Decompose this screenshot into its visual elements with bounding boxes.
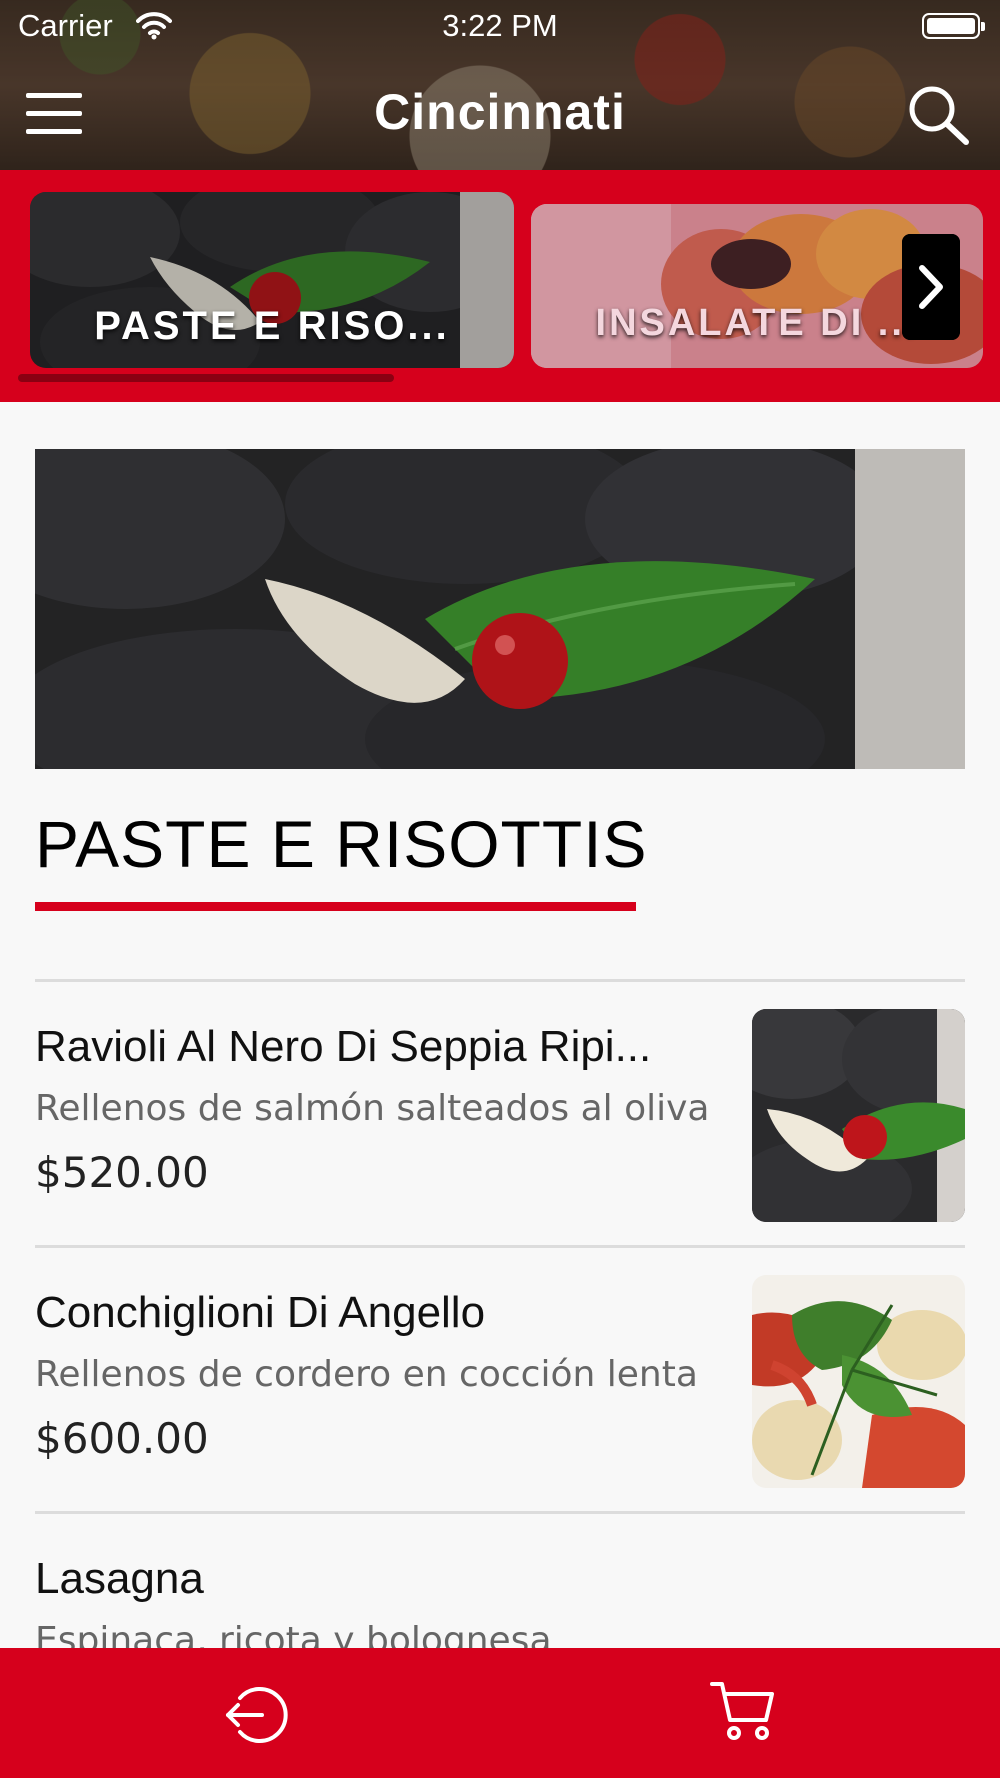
category-card-paste[interactable]: PASTE E RISO... (30, 192, 514, 368)
clock: 3:22 PM (442, 8, 558, 43)
cart-button[interactable] (708, 1678, 776, 1744)
section-title: PASTE E RISOTTIS (35, 807, 648, 881)
cart-icon (710, 1682, 774, 1740)
item-name: Ravioli Al Nero Di Seppia Ripi... (35, 1022, 652, 1071)
carousel-next-button[interactable] (902, 234, 960, 340)
item-thumbnail (752, 1009, 965, 1222)
exit-button[interactable] (222, 1682, 288, 1748)
header: Carrier 3:22 PM Cincinnati (0, 0, 1000, 170)
item-name: Conchiglioni Di Angello (35, 1288, 486, 1337)
status-bar: Carrier 3:22 PM (0, 0, 1000, 54)
category-label: PASTE E RISO... (94, 304, 450, 348)
exit-icon (226, 1687, 288, 1743)
item-description: Espinaca, ricota y bolognesa (35, 1620, 552, 1648)
section-hero-image (35, 449, 965, 769)
page-title: Cincinnati (374, 84, 626, 140)
bottom-tab-bar (0, 1648, 1000, 1778)
item-description: Rellenos de cordero en cocción lenta (35, 1354, 698, 1395)
item-name: Lasagna (35, 1554, 204, 1603)
menu-item[interactable]: Conchiglioni Di Angello Rellenos de cord… (35, 1248, 965, 1508)
section-underline (35, 902, 636, 911)
search-button[interactable] (904, 82, 974, 146)
search-icon (909, 86, 969, 145)
item-description: Rellenos de salmón salteados al oliva (35, 1088, 710, 1129)
category-carousel[interactable]: PASTE E RISO... INSALATE DI ... (0, 170, 1000, 402)
battery-icon (922, 13, 985, 39)
menu-content[interactable]: PASTE E RISOTTIS Ravioli Al Nero Di Sepp… (0, 404, 1000, 1648)
menu-item[interactable]: Lasagna Espinaca, ricota y bolognesa (35, 1514, 965, 1648)
menu-item[interactable]: Ravioli Al Nero Di Seppia Ripi... Rellen… (35, 982, 965, 1242)
item-price: $600.00 (35, 1414, 209, 1463)
carousel-scroll-indicator (18, 374, 394, 382)
item-price: $520.00 (35, 1148, 209, 1197)
item-thumbnail (752, 1275, 965, 1488)
